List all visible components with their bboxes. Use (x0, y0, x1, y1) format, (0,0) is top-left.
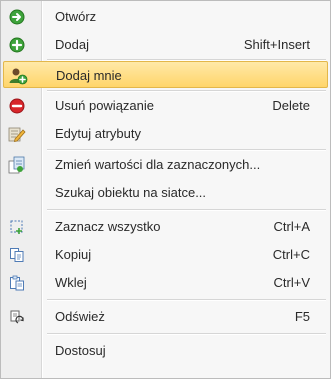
refresh-icon (7, 307, 27, 327)
menu-item-label: Kopiuj (55, 247, 92, 262)
open-arrow-icon (7, 7, 27, 27)
menu-item-shortcut: Ctrl+C (272, 247, 310, 262)
add-icon (7, 35, 27, 55)
change-values-icon (7, 155, 27, 175)
menu-item-shortcut: Ctrl+V (273, 275, 310, 290)
menu-separator (47, 209, 326, 211)
menu-item-label: Zaznacz wszystko (55, 219, 161, 234)
paste-icon (7, 273, 27, 293)
menu-item-label: Usuń powiązanie (55, 98, 155, 113)
menu-item-open[interactable]: Otwórz (3, 3, 328, 30)
menu-item-label: Dodaj mnie (56, 68, 122, 83)
menu-item-label: Szukaj obiektu na siatce... (55, 185, 207, 200)
menu-item-label: Dodaj (55, 37, 89, 52)
menu-item-select-all[interactable]: Zaznacz wszystko Ctrl+A (3, 213, 328, 240)
menu-item-add-me[interactable]: Dodaj mnie (3, 61, 328, 88)
menu-item-label: Zmień wartości dla zaznaczonych... (55, 157, 261, 172)
menu-item-shortcut: Ctrl+A (273, 219, 310, 234)
copy-icon (7, 245, 27, 265)
menu-item-find-object-on-grid[interactable]: Szukaj obiektu na siatce... (3, 179, 328, 206)
menu-separator (47, 149, 326, 151)
menu-separator (47, 333, 326, 335)
menu-item-customize[interactable]: Dostosuj (3, 337, 328, 364)
add-me-icon (8, 66, 28, 86)
menu-item-label: Wklej (55, 275, 87, 290)
menu-separator (47, 299, 326, 301)
menu-separator (47, 90, 326, 92)
menu-item-shortcut: F5 (294, 309, 310, 324)
menu-item-change-selected-values[interactable]: Zmień wartości dla zaznaczonych... (3, 151, 328, 178)
menu-item-shortcut: Shift+Insert (243, 37, 310, 52)
menu-item-shortcut: Delete (272, 98, 310, 113)
menu-item-edit-attributes[interactable]: Edytuj atrybuty (3, 120, 328, 147)
remove-icon (7, 96, 27, 116)
context-menu: Otwórz Dodaj Shift+Insert Dodaj mnie Usu… (0, 0, 331, 379)
menu-item-copy[interactable]: Kopiuj Ctrl+C (3, 241, 328, 268)
menu-item-label: Dostosuj (55, 343, 106, 358)
menu-separator (47, 59, 326, 61)
menu-item-add[interactable]: Dodaj Shift+Insert (3, 31, 328, 58)
menu-item-label: Edytuj atrybuty (55, 126, 141, 141)
menu-item-remove-link[interactable]: Usuń powiązanie Delete (3, 92, 328, 119)
menu-item-refresh[interactable]: Odśwież F5 (3, 303, 328, 330)
menu-item-label: Otwórz (55, 9, 97, 24)
select-all-icon (7, 217, 27, 237)
edit-icon (7, 124, 27, 144)
menu-item-paste[interactable]: Wklej Ctrl+V (3, 269, 328, 296)
menu-item-label: Odśwież (55, 309, 105, 324)
